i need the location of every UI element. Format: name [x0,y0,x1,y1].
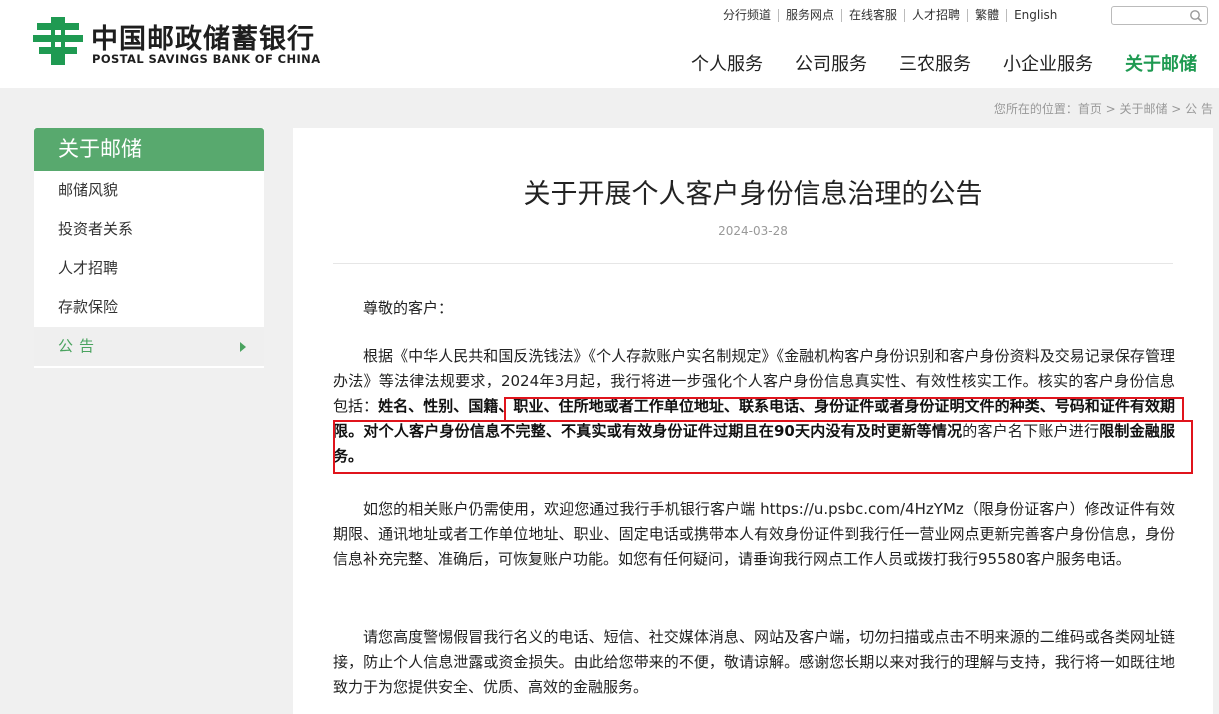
postal-logo-icon [33,17,83,65]
nav-agriculture[interactable]: 三农服务 [899,50,971,76]
nav-personal[interactable]: 个人服务 [691,50,763,76]
search-input[interactable] [1112,10,1186,27]
article-title: 关于开展个人客户身份信息治理的公告 [523,179,983,210]
main-nav: 个人服务 公司服务 三农服务 小企业服务 关于邮储 [659,50,1197,76]
sidebar-item-deposit-insurance[interactable]: 存款保险 [34,288,264,327]
bank-logo[interactable]: 中国邮政储蓄银行 POSTAL SAVINGS BANK OF CHINA [33,15,333,67]
search-box [1111,6,1208,27]
bank-name-cn: 中国邮政储蓄银行 [91,24,315,55]
sidebar-item-overview[interactable]: 邮储风貌 [34,171,264,210]
breadcrumb: 您所在的位置：首页 > 关于邮储 > 公 告 [993,102,1213,116]
highlight-box-top [504,397,1184,422]
top-link-careers[interactable]: 人才招聘 [904,8,967,22]
sidebar-item-announcements[interactable]: 公告 [34,327,264,366]
bank-name-en: POSTAL SAVINGS BANK OF CHINA [92,52,321,66]
top-link-online-service[interactable]: 在线客服 [841,8,904,22]
title-divider [333,263,1173,264]
article-paragraph-3: 请您高度警惕假冒我行名义的电话、短信、社交媒体消息、网站及客户端，切勿扫描或点击… [333,628,1175,696]
top-link-traditional[interactable]: 繁體 [967,8,1006,22]
search-icon[interactable] [1189,9,1203,23]
sidebar-item-investor-relations[interactable]: 投资者关系 [34,210,264,249]
sidebar-item-careers[interactable]: 人才招聘 [34,249,264,288]
top-links: 分行频道 服务网点 在线客服 人才招聘 繁體 English [716,6,1064,24]
top-link-branch[interactable]: 分行频道 [716,8,778,22]
nav-small-business[interactable]: 小企业服务 [1003,50,1093,76]
sidebar-title: 关于邮储 [34,128,264,171]
highlight-box-bottom [333,420,1193,474]
article-date: 2024-03-28 [718,224,788,238]
article-panel: 关于开展个人客户身份信息治理的公告 2024-03-28 尊敬的客户： 根据《中… [293,128,1213,714]
site-header: 中国邮政储蓄银行 POSTAL SAVINGS BANK OF CHINA 分行… [0,0,1219,88]
nav-about[interactable]: 关于邮储 [1125,50,1197,76]
sidebar: 关于邮储 邮储风貌 投资者关系 人才招聘 存款保险 公告 [34,128,264,368]
sidebar-item-label: 公告 [58,337,101,355]
article-paragraph-2: 如您的相关账户仍需使用，欢迎您通过我行手机银行客户端 https://u.psb… [333,500,1175,568]
top-link-outlets[interactable]: 服务网点 [778,8,841,22]
nav-corporate[interactable]: 公司服务 [795,50,867,76]
arrow-right-icon [240,342,246,352]
top-link-english[interactable]: English [1006,8,1064,22]
article-greeting: 尊敬的客户： [363,299,454,317]
